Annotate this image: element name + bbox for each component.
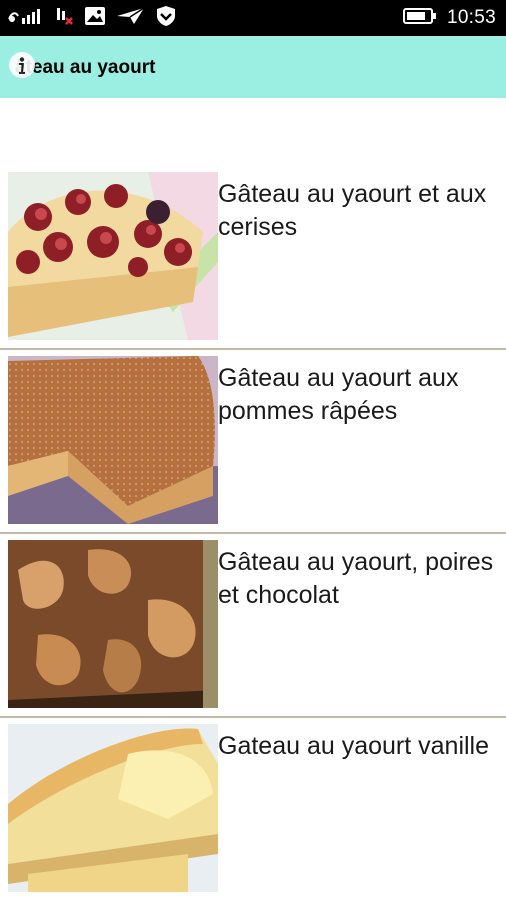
no-sim-icon [54,6,74,31]
divider [0,716,506,718]
status-bar: 10:53 [0,0,506,36]
recipe-list: Gâteau au yaourt et aux cerises Gâteau a… [0,170,506,906]
divider [0,532,506,534]
page-title: âteau au yaourt [15,57,156,78]
list-item[interactable]: Gâteau au yaourt aux pommes râpées [0,354,506,538]
vpn-shield-icon [156,5,176,32]
divider [0,348,506,350]
recipe-image-cherry-cake [8,172,218,340]
image-icon [84,6,106,31]
recipe-title: Gâteau au yaourt aux pommes râpées [218,364,459,425]
list-item[interactable]: Gâteau au yaourt, poires et chocolat [0,538,506,722]
battery-icon [402,7,437,30]
list-item[interactable]: Gâteau au yaourt et aux cerises [0,170,506,354]
recipe-title: Gâteau au yaourt et aux cerises [218,180,487,241]
clock: 10:53 [446,7,496,28]
recipe-image-apple-cake [8,356,218,524]
signal-icon [8,6,44,31]
list-item[interactable]: Gateau au yaourt vanille [0,722,506,906]
info-icon[interactable] [9,52,35,78]
recipe-title: Gateau au yaourt vanille [218,732,490,760]
send-icon [116,6,146,31]
recipe-image-vanilla-cake [8,724,218,892]
recipe-image-pear-chocolate-cake [8,540,218,708]
recipe-title: Gâteau au yaourt, poires et chocolat [218,548,494,609]
